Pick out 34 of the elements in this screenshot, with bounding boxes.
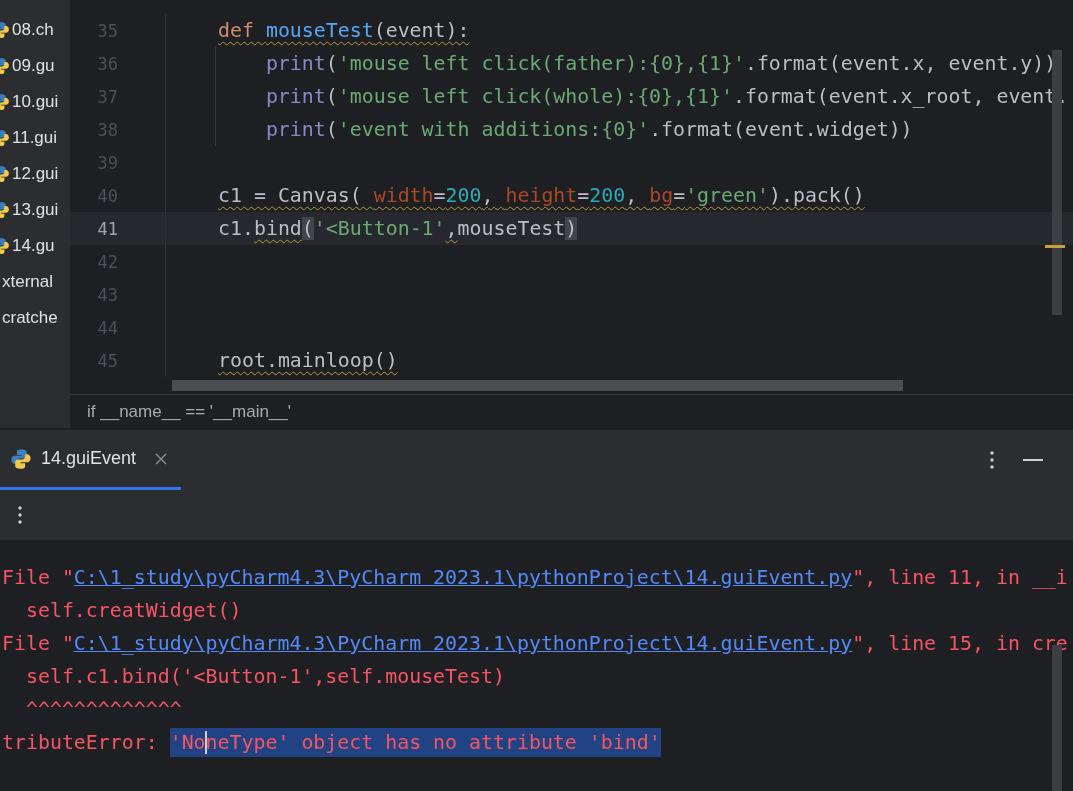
tree-item[interactable]: cratche	[0, 300, 70, 336]
file-link[interactable]: C:\1_study\pyCharm4.3\PyCharm 2023.1\pythonProject\14.guiEvent.py	[73, 566, 853, 589]
tree-item[interactable]: 11.gui	[0, 120, 70, 156]
tree-item[interactable]: 14.gu	[0, 228, 70, 264]
code-line: print('mouse left click(whole):{0},{1}'.format(event.x_root, event.	[265, 85, 1069, 108]
code-line: def mouseTest(event):	[218, 19, 470, 42]
breadcrumb[interactable]: if __name__ == '__main__'	[87, 401, 292, 422]
minimize-icon[interactable]	[1023, 459, 1043, 461]
warning-marker[interactable]	[1045, 245, 1065, 248]
file-link[interactable]: C:\1_study\pyCharm4.3\PyCharm 2023.1\pythonProject\14.guiEvent.py	[73, 632, 853, 655]
error-text: File "	[2, 566, 74, 589]
horizontal-scrollbar[interactable]	[172, 380, 903, 391]
code-line: root.mainloop()	[218, 349, 398, 372]
code-line: c1 = Canvas( width=200, height=200, bg='green').pack()	[218, 184, 865, 207]
tree-item[interactable]: 12.gui	[0, 156, 70, 192]
code-line: print('event with additions:{0}'.format(event.widget))	[265, 118, 913, 141]
tree-item[interactable]: xternal	[0, 264, 70, 300]
error-text: self.c1.bind('<Button-1',self.mouseTest)	[24, 665, 505, 688]
error-text: tributeError:	[2, 731, 159, 754]
tree-item[interactable]: 13.gui	[0, 192, 70, 228]
line-number: 41	[96, 218, 118, 239]
tree-item[interactable]: 10.gui	[0, 84, 70, 120]
error-text: self.creatWidget()	[24, 599, 242, 622]
more-options-icon[interactable]	[990, 451, 994, 469]
error-text: File "	[2, 632, 74, 655]
tree-item[interactable]: 08.ch	[0, 12, 70, 48]
code-line: print('mouse left click(father):{0},{1}'.format(event.x, event.y))	[265, 52, 1057, 75]
more-options-icon[interactable]	[18, 506, 22, 524]
code-line: c1.bind('<Button-1',mouseTest)	[218, 217, 578, 240]
close-icon[interactable]	[155, 452, 168, 465]
error-text: ", line 11, in __i	[852, 566, 1068, 589]
tree-item[interactable]: 09.gu	[0, 48, 70, 84]
python-file-icon	[10, 447, 32, 470]
error-text: ^^^^^^^^^^^^^	[24, 698, 182, 721]
